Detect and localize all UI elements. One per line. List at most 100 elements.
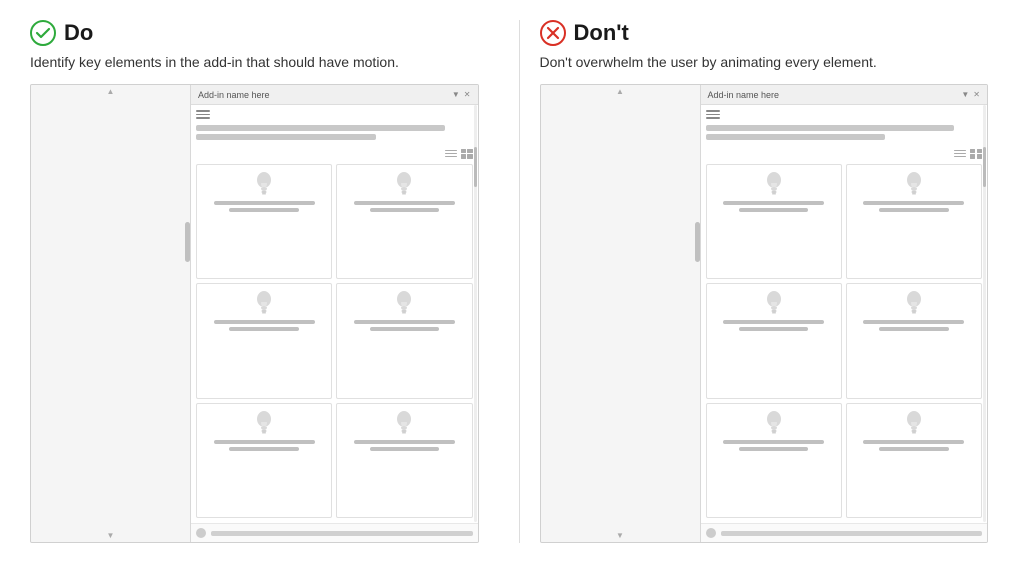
dont-close-icon[interactable]: ✕ (973, 90, 980, 99)
do-card-5-bar-1 (214, 440, 315, 444)
dont-card-2-bar-2 (879, 208, 948, 212)
dont-card-5-icon (760, 409, 788, 437)
dont-sidebar-body (701, 105, 988, 523)
dont-card-6-bar-2 (879, 447, 948, 451)
do-list-icon (445, 149, 457, 159)
dont-card-3-bar-1 (723, 320, 824, 324)
do-content-bar-1 (196, 125, 445, 131)
dont-card-6 (846, 403, 982, 519)
dont-card-1-icon (760, 170, 788, 198)
do-sidebar-controls: ▼ ✕ (452, 90, 471, 99)
dont-card-2-icon (900, 170, 928, 198)
dont-card-3-icon (760, 289, 788, 317)
dont-card-2-bar-1 (863, 201, 964, 205)
dont-main-panel: ▲ ▼ (541, 85, 701, 542)
dont-card-3 (706, 283, 842, 399)
dont-sidebar: Add-in name here ▼ ✕ (701, 85, 988, 542)
do-card-1-bar-2 (229, 208, 298, 212)
do-main-panel: ▲ ▼ (31, 85, 191, 542)
do-card-1 (196, 164, 332, 280)
do-title: Do (64, 20, 93, 46)
do-bottom-bar (211, 531, 473, 536)
dont-card-1 (706, 164, 842, 280)
do-close-icon[interactable]: ✕ (464, 90, 471, 99)
do-content-bars (196, 125, 473, 143)
do-card-2-icon (390, 170, 418, 198)
dont-menu-line-2 (706, 114, 720, 116)
do-mockup: ▲ ▼ Add-in name here ▼ ✕ (30, 84, 479, 543)
do-menu-icon (196, 110, 473, 119)
do-menu-line-3 (196, 117, 210, 119)
dont-card-6-icon (900, 409, 928, 437)
dont-bottom-bar (721, 531, 983, 536)
dont-card-2 (846, 164, 982, 280)
dont-card-5 (706, 403, 842, 519)
dont-menu-line-1 (706, 110, 720, 112)
dont-card-5-bar-2 (739, 447, 808, 451)
do-card-3-bar-2 (229, 327, 298, 331)
do-card-2-bar-1 (354, 201, 455, 205)
dont-card-4-bar-2 (879, 327, 948, 331)
do-sidebar-scrollbar (473, 105, 478, 522)
do-sidebar-bottom (191, 523, 478, 542)
do-sidebar-titlebar: Add-in name here ▼ ✕ (191, 85, 478, 105)
do-main-scrollbar (185, 222, 190, 262)
dont-cards-grid (706, 164, 983, 519)
do-sidebar: Add-in name here ▼ ✕ (191, 85, 478, 542)
dont-card-5-bar-1 (723, 440, 824, 444)
do-card-1-bar-1 (214, 201, 315, 205)
dont-column: Don't Don't overwhelm the user by animat… (530, 20, 989, 543)
dont-card-3-bar-2 (739, 327, 808, 331)
dont-content-bars (706, 125, 983, 143)
do-card-1-icon (250, 170, 278, 198)
dont-bottom-circle (706, 528, 716, 538)
do-card-6 (336, 403, 472, 519)
do-card-4-icon (390, 289, 418, 317)
do-column: Do Identify key elements in the add-in t… (30, 20, 509, 543)
dont-grid-icon (970, 149, 982, 159)
do-card-2 (336, 164, 472, 280)
do-card-5-icon (250, 409, 278, 437)
do-content-bar-2 (196, 134, 376, 140)
do-header: Do (30, 20, 479, 46)
dont-menu-icon (706, 110, 983, 119)
do-collapse-icon[interactable]: ▼ (452, 90, 460, 99)
dont-scroll-up: ▲ (541, 85, 700, 98)
do-sidebar-body (191, 105, 478, 523)
do-sidebar-title: Add-in name here (198, 90, 270, 100)
do-card-3-icon (250, 289, 278, 317)
do-icon (30, 20, 56, 46)
column-divider (519, 20, 520, 543)
dont-sidebar-scrollbar (982, 105, 987, 522)
dont-collapse-icon[interactable]: ▼ (961, 90, 969, 99)
main-layout: Do Identify key elements in the add-in t… (30, 20, 988, 543)
dont-main-scrollbar (695, 222, 700, 262)
do-menu-line-1 (196, 110, 210, 112)
dont-scroll-down: ▼ (541, 529, 700, 542)
do-scrollbar-thumb (474, 147, 477, 187)
do-scrollbar-track (474, 105, 477, 522)
dont-description: Don't overwhelm the user by animating ev… (540, 54, 989, 70)
do-card-4-bar-2 (370, 327, 439, 331)
dont-card-1-bar-1 (723, 201, 824, 205)
dont-sidebar-titlebar: Add-in name here ▼ ✕ (701, 85, 988, 105)
dont-card-4-icon (900, 289, 928, 317)
dont-sidebar-bottom (701, 523, 988, 542)
dont-content-bar-1 (706, 125, 955, 131)
dont-card-1-bar-2 (739, 208, 808, 212)
do-cards-grid (196, 164, 473, 519)
do-scroll-up: ▲ (31, 85, 190, 98)
do-description: Identify key elements in the add-in that… (30, 54, 479, 70)
dont-toolbar (706, 149, 983, 159)
dont-content-bar-2 (706, 134, 886, 140)
do-card-6-icon (390, 409, 418, 437)
do-grid-icon (461, 149, 473, 159)
do-toolbar (196, 149, 473, 159)
do-card-4 (336, 283, 472, 399)
dont-card-6-bar-1 (863, 440, 964, 444)
do-card-2-bar-2 (370, 208, 439, 212)
do-card-3 (196, 283, 332, 399)
do-menu-line-2 (196, 114, 210, 116)
dont-sidebar-title: Add-in name here (708, 90, 780, 100)
dont-scrollbar-track (983, 105, 986, 522)
